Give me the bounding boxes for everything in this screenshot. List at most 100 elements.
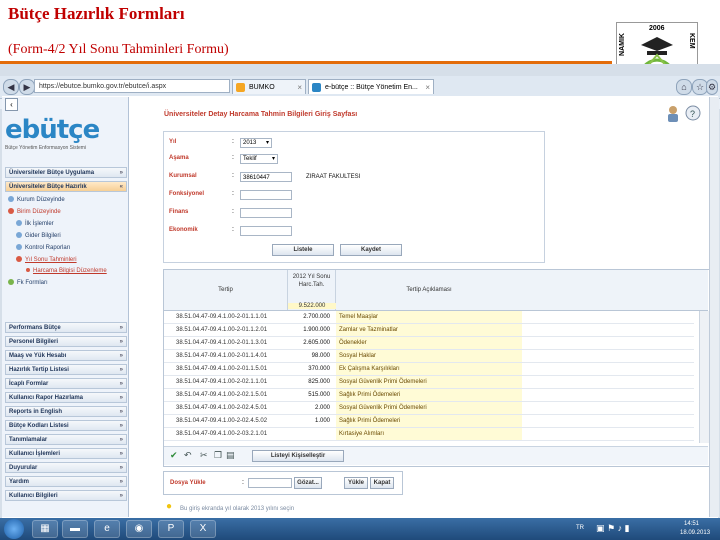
page-scrollbar[interactable] (709, 97, 719, 517)
close-tab-icon[interactable]: × (297, 80, 302, 95)
file-upload-panel: Dosya Yükle : Gözat... Yükle Kapat (163, 471, 403, 495)
upload-label: Dosya Yükle (170, 480, 206, 486)
fonksiyonel-label: Fonksiyonel (169, 191, 205, 197)
clock-time[interactable]: 14:51 (684, 521, 699, 527)
finans-input[interactable] (240, 208, 292, 218)
settings-icon[interactable]: ⚙ (706, 79, 718, 95)
table-toolbar: ✔ ↶ ✂ ❐ ▤ Listeyi Kişiselleştir (164, 446, 708, 465)
fonksiyonel-input[interactable] (240, 190, 292, 200)
copy-icon[interactable]: ❐ (214, 450, 222, 461)
yil-label: Yıl (169, 139, 177, 145)
tree-item-kurum[interactable]: Kurum Düzeyinde (8, 196, 65, 205)
start-button[interactable] (4, 519, 24, 539)
favicon-icon (236, 83, 245, 92)
tree-item-kontrol[interactable]: Kontrol Raporları (16, 244, 70, 253)
home-icon[interactable]: ⌂ (676, 79, 692, 95)
language-indicator[interactable]: TR (576, 525, 584, 531)
sidebar-section-icapli[interactable]: İcaplı Formlar» (5, 378, 127, 389)
close-tab-icon[interactable]: × (425, 80, 430, 95)
tray-icons[interactable]: ▣ ⚑ ♪ ▮ (596, 523, 630, 534)
asama-select[interactable]: Teklif (240, 154, 278, 164)
svg-text:?: ? (690, 109, 695, 119)
sidebar-section-rapor[interactable]: Kullanıcı Rapor Hazırlama» (5, 392, 127, 403)
sidebar-section-maas[interactable]: Maaş ve Yük Hesabı» (5, 350, 127, 361)
cut-icon[interactable]: ✂ (200, 450, 208, 461)
table-row[interactable]: 38.51.04.47-09.4.1.00-2-01.1.4.01 98.000 S… (164, 350, 694, 363)
tab-ebutce[interactable]: e-bütçe :: Bütçe Yönetim En... × (308, 79, 434, 94)
logo-text-right: KEM (688, 33, 695, 49)
table-row[interactable]: 38.51.04.47-09.4.1.00-2-02.1.1.01 825.000… (164, 376, 694, 389)
slide-subtitle: (Form-4/2 Yıl Sonu Tahminleri Formu) (8, 42, 229, 57)
kurumsal-name: ZIRAAT FAKULTESI (306, 174, 361, 180)
tree-item-fk-formlari[interactable]: Fk Formları (8, 279, 48, 288)
sidebar-section-duyurular[interactable]: Duyurular» (5, 462, 127, 473)
tree-item-harcama[interactable]: Harcama Bilgisi Düzenleme (26, 267, 107, 276)
listele-button[interactable]: Listele (272, 244, 334, 256)
explorer-icon[interactable]: ▦ (32, 520, 58, 538)
checkmark-icon[interactable]: ✔ (170, 450, 178, 461)
powerpoint-icon[interactable]: P (158, 520, 184, 538)
collapse-sidebar-button[interactable]: ‹ (5, 98, 18, 111)
sidebar-section-bilgiler[interactable]: Kullanıcı Bilgileri» (5, 490, 127, 501)
table-row[interactable]: 38.51.04.47-09.4.1.00-2-01.1.1.01 2.700.0… (164, 311, 694, 324)
chrome-icon[interactable]: ◉ (126, 520, 152, 538)
table-row[interactable]: 38.51.04.47-09.4.1.00-2-02.4.5.02 1.000 Sa… (164, 415, 694, 428)
col-tertip[interactable]: Tertip (164, 270, 288, 310)
ekonomik-input[interactable] (240, 226, 292, 236)
file-path-input[interactable] (248, 478, 292, 488)
sidebar-section-tertip[interactable]: Hazırlık Tertip Listesi» (5, 364, 127, 375)
forward-icon[interactable]: ▶ (19, 79, 35, 95)
sidebar-section-yardim[interactable]: Yardım» (5, 476, 127, 487)
clock-date[interactable]: 18.09.2013 (680, 530, 710, 536)
page-title: Üniversiteler Detay Harcama Tahmin Bilgi… (164, 111, 358, 118)
user-help-icons[interactable]: ? (665, 103, 705, 123)
sidebar-section-reports[interactable]: Reports in English» (5, 406, 127, 417)
node-icon (8, 208, 14, 215)
close-button[interactable]: Kapat (370, 477, 394, 489)
ie-icon[interactable]: e (94, 520, 120, 538)
sidebar-section-kodlar[interactable]: Bütçe Kodları Listesi» (5, 420, 127, 431)
sidebar-section-hazirlik[interactable]: Üniversiteler Bütçe Hazırlık « (5, 181, 127, 192)
table-row[interactable]: 38.51.04.47-09.4.1.00-2-01.1.2.01 1.900.0… (164, 324, 694, 337)
sidebar-section-personel[interactable]: Personel Bilgileri» (5, 336, 127, 347)
url-field[interactable]: https://ebutce.bumko.gov.tr/ebutce/i.asp… (34, 79, 230, 93)
estimates-table: Tertip 2012 Yıl Sonu Harc.Tah. 9.522.000… (163, 269, 711, 467)
customize-list-button[interactable]: Listeyi Kişiselleştir (252, 450, 344, 462)
tree-item-birim[interactable]: Birim Düzeyinde (8, 208, 61, 217)
excel-icon[interactable]: X (190, 520, 216, 538)
sidebar-section-performans[interactable]: Performans Bütçe» (5, 322, 127, 333)
favicon-icon (312, 83, 321, 92)
upload-button[interactable]: Yükle (344, 477, 368, 489)
col-desc[interactable]: Tertip Açıklaması (336, 270, 522, 310)
sidebar: ‹ ebütçe Bütçe Yönetim Enformasyon Siste… (2, 97, 129, 517)
table-row[interactable]: 38.51.04.47-09.4.1.00-2-02.4.5.01 2.000 So… (164, 402, 694, 415)
yil-select[interactable]: 2013 (240, 138, 272, 148)
tree-item-ilk-islemler[interactable]: İlk İşlemler (16, 220, 54, 229)
node-icon (16, 244, 22, 251)
col-total: 9.522.000 (288, 303, 336, 309)
lightbulb-icon: ● (166, 501, 173, 512)
tree-item-yil-sonu[interactable]: Yıl Sonu Tahminleri (16, 256, 77, 265)
table-row[interactable]: 38.51.04.47-09.4.1.00-2-03.2.1.01 Kırtasi… (164, 428, 694, 441)
tab-bumko[interactable]: BUMKO × (232, 79, 306, 94)
brand-subtitle: Bütçe Yönetim Enformasyon Sistemi (5, 145, 87, 151)
back-icon[interactable]: ◀ (3, 79, 19, 95)
undo-icon[interactable]: ↶ (184, 450, 192, 461)
tree-item-gider[interactable]: Gider Bilgileri (16, 232, 61, 241)
browse-button[interactable]: Gözat... (294, 477, 322, 489)
node-icon (8, 196, 14, 203)
col-value[interactable]: 2012 Yıl Sonu Harc.Tah. 9.522.000 (288, 270, 336, 310)
paste-icon[interactable]: ▤ (226, 450, 235, 461)
sidebar-section-uygulama[interactable]: Üniversiteler Bütçe Uygulama» (5, 167, 127, 178)
folder-icon[interactable]: ▬ (62, 520, 88, 538)
table-row[interactable]: 38.51.04.47-09.4.1.00-2-01.1.5.01 370.000… (164, 363, 694, 376)
taskbar: ▦ ▬ e ◉ P X TR ▣ ⚑ ♪ ▮ 14:51 18.09.2013 (0, 518, 720, 540)
ekonomik-label: Ekonomik (169, 227, 198, 233)
sidebar-section-kullanici[interactable]: Kullanıcı İşlemleri» (5, 448, 127, 459)
kaydet-button[interactable]: Kaydet (340, 244, 402, 256)
kurumsal-input[interactable]: 38610447 (240, 172, 292, 182)
table-row[interactable]: 38.51.04.47-09.4.1.00-2-02.1.5.01 515.000… (164, 389, 694, 402)
table-row[interactable]: 38.51.04.47-09.4.1.00-2-01.1.3.01 2.605.0… (164, 337, 694, 350)
sidebar-section-tanimlamalar[interactable]: Tanımlamalar» (5, 434, 127, 445)
node-icon (16, 256, 22, 263)
